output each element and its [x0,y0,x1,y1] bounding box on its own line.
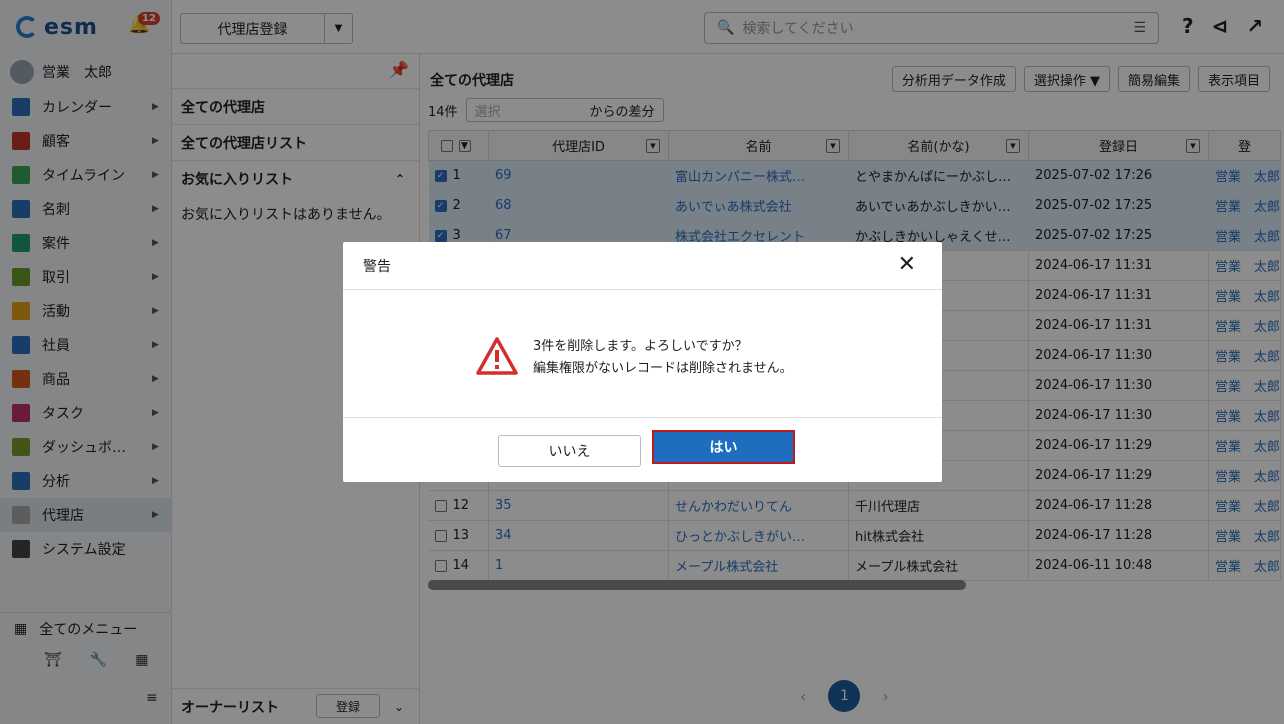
warning-dialog: 警告 ✕ 3件を削除します。よろしいですか？ 編集権限がないレコードは削除されま… [343,242,942,482]
dialog-header: 警告 ✕ [343,242,942,290]
dialog-footer: いいえ はい [343,418,942,482]
message-line-2: 編集権限がないレコードは削除されません。 [533,361,793,376]
close-icon[interactable]: ✕ [898,252,916,277]
dialog-message: 3件を削除します。よろしいですか？ 編集権限がないレコードは削除されません。 [533,336,793,380]
dialog-title: 警告 [363,258,391,275]
dialog-body: 3件を削除します。よろしいですか？ 編集権限がないレコードは削除されません。 [343,290,942,418]
message-line-1: 3件を削除します。よろしいですか？ [533,339,748,354]
warning-icon [476,337,518,375]
no-button[interactable]: いいえ [498,435,641,467]
yes-button[interactable]: はい [652,430,795,464]
